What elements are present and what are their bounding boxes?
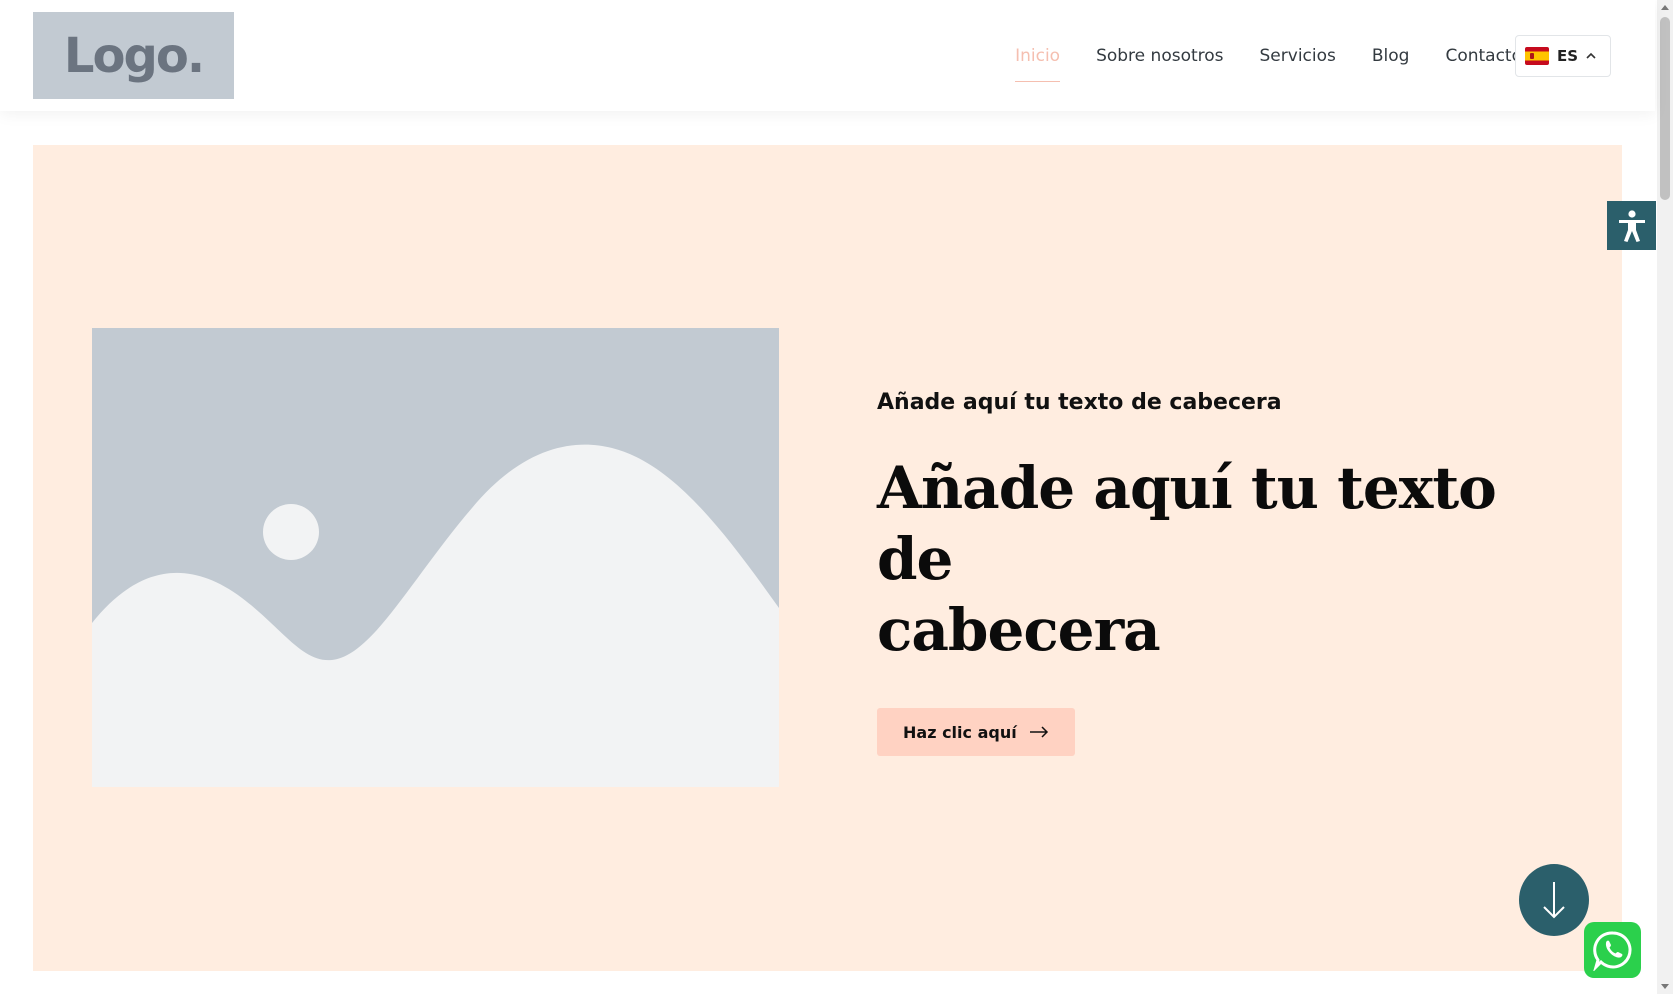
chevron-up-icon	[1586, 52, 1596, 59]
spain-flag-icon	[1525, 47, 1549, 65]
whatsapp-button[interactable]	[1584, 922, 1641, 978]
nav-item-contacto[interactable]: Contacto	[1445, 40, 1522, 72]
main-nav: Inicio Sobre nosotros Servicios Blog Con…	[1015, 0, 1522, 111]
site-header: Logo. Inicio Sobre nosotros Servicios Bl…	[0, 0, 1655, 111]
page: Logo. Inicio Sobre nosotros Servicios Bl…	[0, 0, 1673, 994]
scroll-up-arrow-icon[interactable]	[1661, 5, 1669, 10]
scroll-down-button[interactable]	[1519, 864, 1589, 936]
hero-text: Añade aquí tu texto de cabecera Añade aq…	[877, 390, 1577, 756]
arrow-down-icon	[1543, 882, 1565, 919]
hero-subheading: Añade aquí tu texto de cabecera	[877, 390, 1282, 415]
arrow-right-icon	[1029, 726, 1048, 738]
hero-heading: Añade aquí tu texto de cabecera	[877, 453, 1577, 666]
hero-section: Añade aquí tu texto de cabecera Añade aq…	[33, 145, 1622, 971]
accessibility-icon	[1618, 209, 1645, 242]
accessibility-button[interactable]	[1607, 201, 1656, 250]
logo[interactable]: Logo.	[33, 12, 234, 99]
scroll-down-arrow-icon[interactable]	[1661, 984, 1669, 989]
hero-heading-line2: cabecera	[877, 596, 1161, 664]
cta-button[interactable]: Haz clic aquí	[877, 708, 1075, 756]
nav-item-servicios[interactable]: Servicios	[1260, 40, 1336, 72]
language-selector[interactable]: ES	[1515, 35, 1611, 77]
language-code: ES	[1557, 47, 1579, 65]
image-placeholder-icon	[92, 328, 779, 787]
nav-item-blog[interactable]: Blog	[1372, 40, 1410, 72]
nav-item-sobre-nosotros[interactable]: Sobre nosotros	[1096, 40, 1223, 72]
whatsapp-icon	[1592, 931, 1632, 971]
scrollbar-thumb[interactable]	[1660, 17, 1670, 200]
cta-label: Haz clic aquí	[903, 722, 1017, 742]
page-scrollbar[interactable]	[1657, 0, 1673, 994]
hero-heading-line1: Añade aquí tu texto de	[877, 454, 1497, 593]
nav-item-inicio[interactable]: Inicio	[1015, 40, 1060, 82]
logo-text: Logo.	[63, 27, 205, 84]
